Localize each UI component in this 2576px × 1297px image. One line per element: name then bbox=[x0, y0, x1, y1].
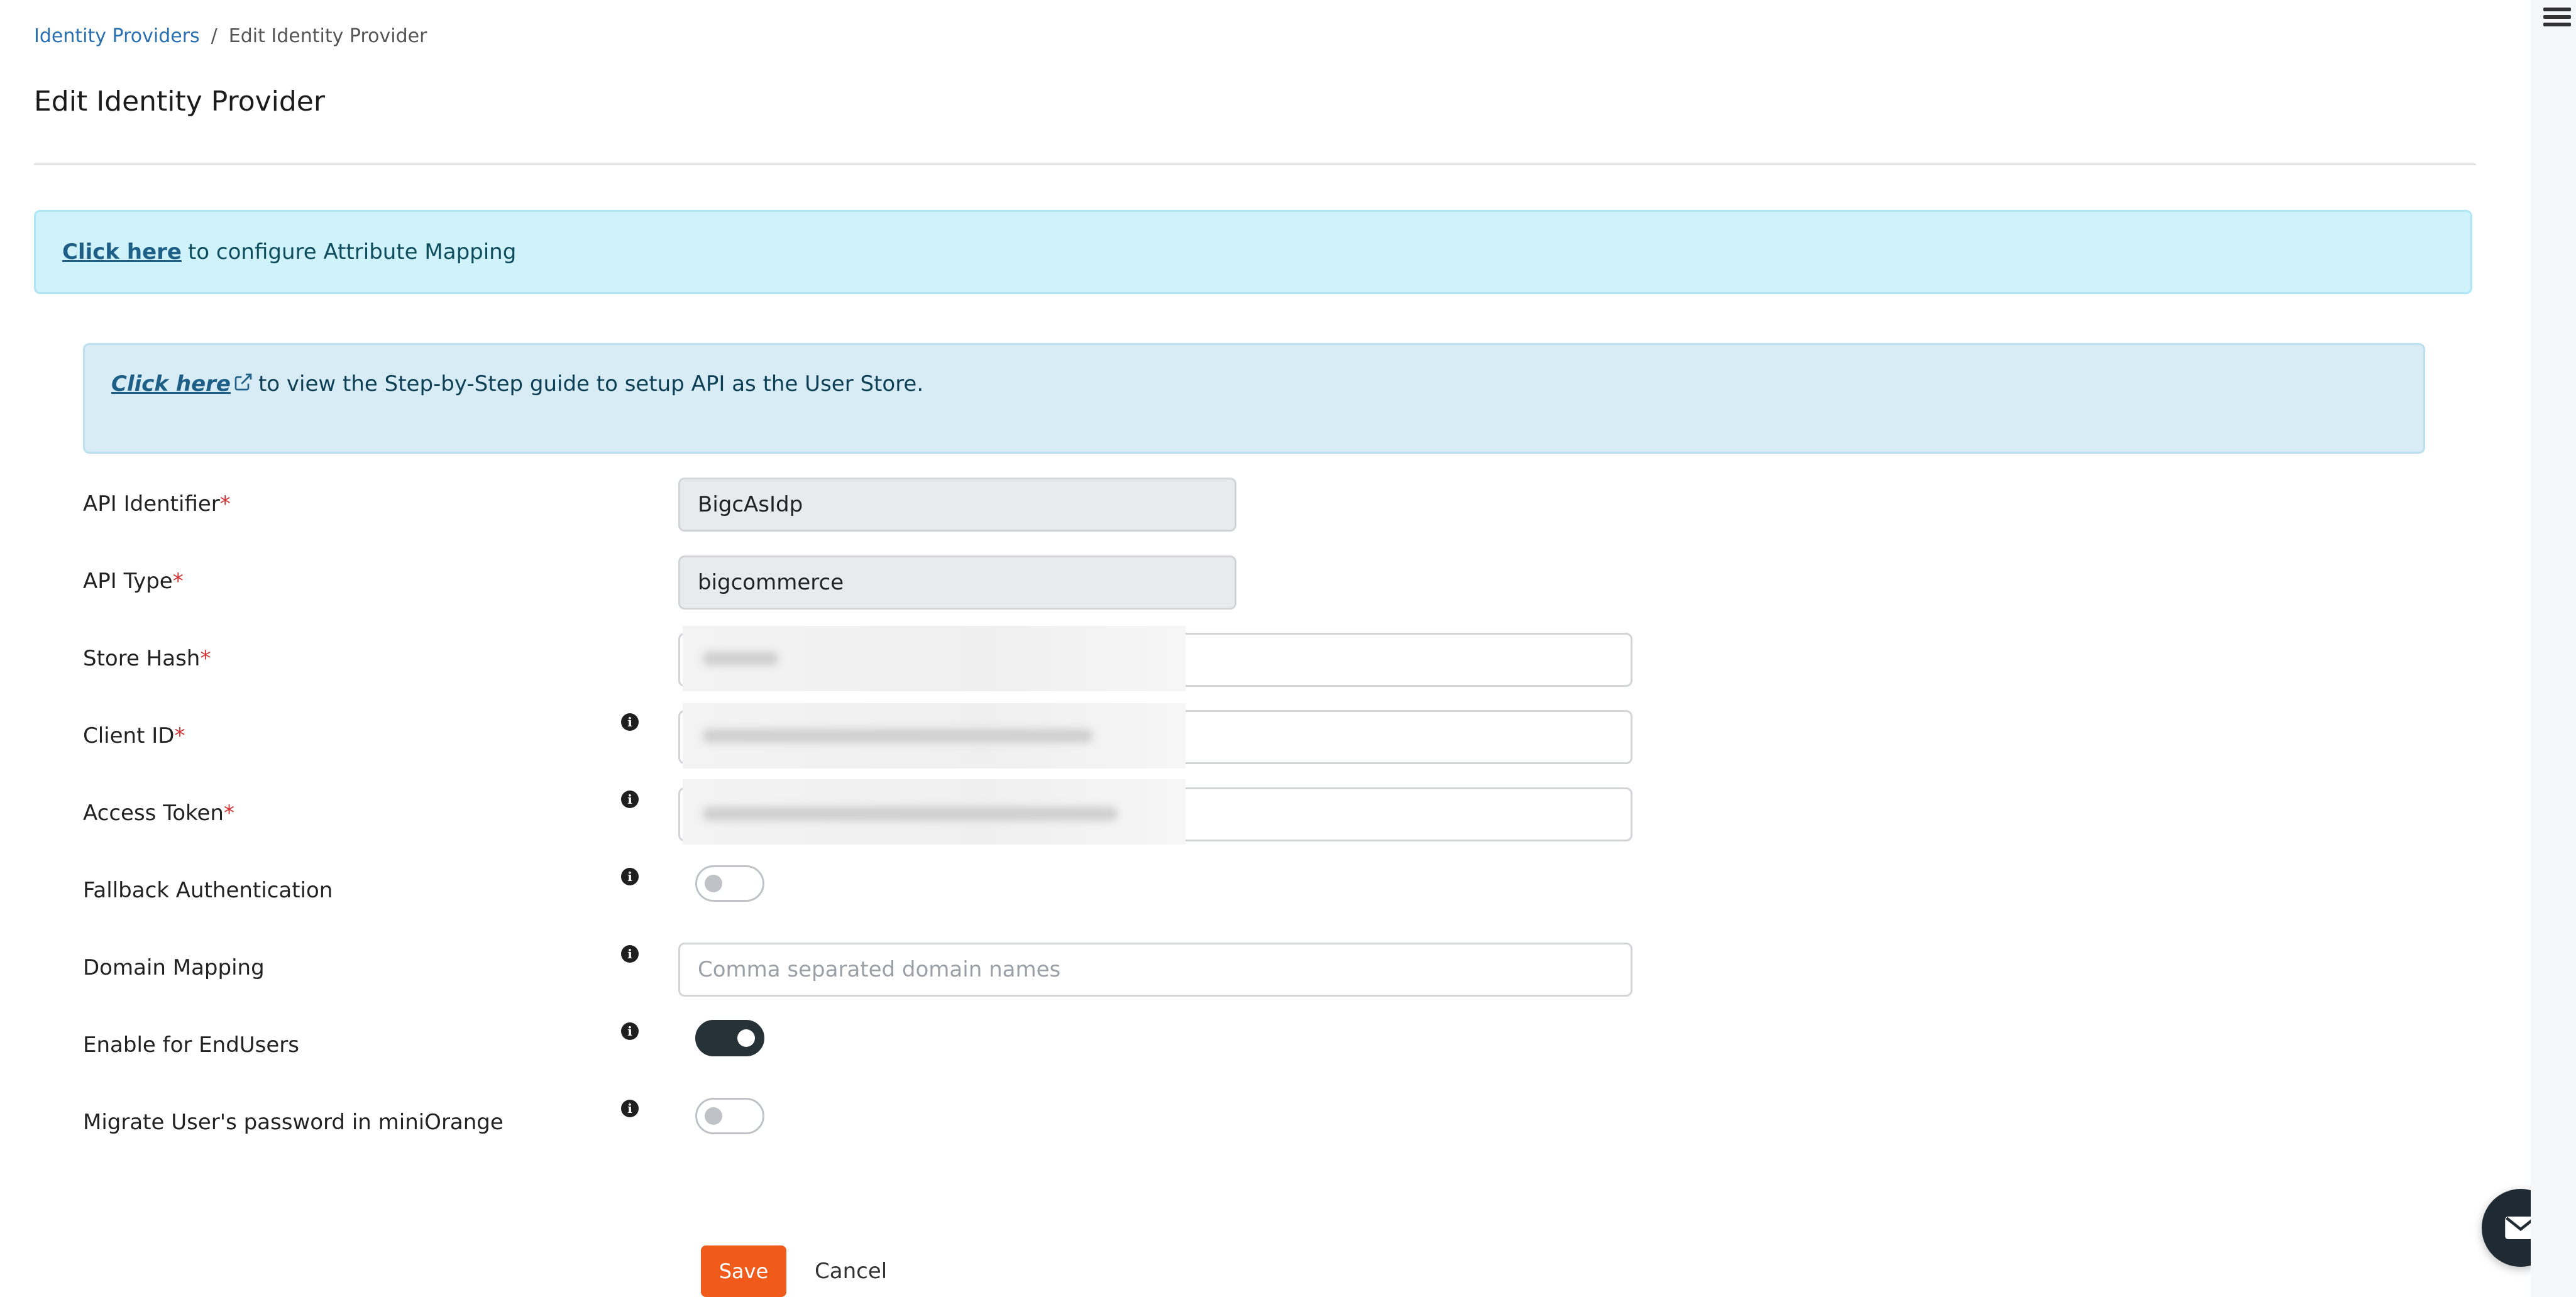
cancel-button[interactable]: Cancel bbox=[811, 1245, 891, 1297]
client-id-input[interactable] bbox=[678, 710, 1632, 764]
enable-endusers-toggle[interactable] bbox=[695, 1020, 764, 1056]
page: Identity Providers / Edit Identity Provide… bbox=[0, 0, 2576, 1297]
client-id-label: Client ID* bbox=[83, 723, 185, 748]
breadcrumb-separator: / bbox=[211, 25, 217, 47]
fallback-auth-toggle[interactable] bbox=[695, 865, 764, 902]
api-identifier-label-text: API Identifier bbox=[83, 491, 220, 517]
enable-endusers-info-icon[interactable]: i bbox=[621, 1022, 639, 1040]
required-marker: * bbox=[219, 491, 231, 517]
api-type-label: API Type* bbox=[83, 569, 184, 594]
external-link-icon[interactable] bbox=[233, 372, 253, 398]
breadcrumb: Identity Providers / Edit Identity Provide… bbox=[34, 25, 427, 47]
access-token-input[interactable] bbox=[678, 787, 1632, 841]
enable-endusers-label: Enable for EndUsers bbox=[83, 1032, 300, 1058]
store-hash-label-text: Store Hash bbox=[83, 646, 201, 671]
fallback-auth-info-icon[interactable]: i bbox=[621, 868, 639, 885]
store-hash-input[interactable] bbox=[678, 633, 1632, 687]
access-token-label-text: Access Token bbox=[83, 801, 224, 826]
migrate-password-info-icon[interactable]: i bbox=[621, 1100, 639, 1117]
api-type-input[interactable] bbox=[678, 555, 1236, 610]
save-button[interactable]: Save bbox=[701, 1245, 786, 1297]
page-title: Edit Identity Provider bbox=[34, 85, 325, 118]
toggle-knob bbox=[737, 1029, 755, 1047]
store-hash-label: Store Hash* bbox=[83, 646, 211, 671]
main-content: Identity Providers / Edit Identity Provide… bbox=[0, 0, 2560, 1297]
attribute-mapping-text: to configure Attribute Mapping bbox=[187, 239, 517, 265]
client-id-label-text: Client ID bbox=[83, 723, 175, 748]
menu-bar bbox=[2543, 8, 2571, 11]
menu-bar bbox=[2543, 23, 2571, 26]
migrate-password-toggle[interactable] bbox=[695, 1098, 764, 1134]
access-token-label: Access Token* bbox=[83, 801, 234, 826]
access-token-info-icon[interactable]: i bbox=[621, 791, 639, 808]
breadcrumb-identity-providers-link[interactable]: Identity Providers bbox=[34, 25, 200, 47]
attribute-mapping-alert: Click here to configure Attribute Mappin… bbox=[34, 210, 2472, 294]
domain-mapping-label: Domain Mapping bbox=[83, 955, 265, 980]
api-type-label-text: API Type bbox=[83, 569, 173, 594]
toggle-knob bbox=[705, 1107, 722, 1125]
required-marker: * bbox=[200, 646, 211, 671]
right-rail bbox=[2531, 0, 2576, 1297]
required-marker: * bbox=[223, 801, 234, 826]
api-identifier-input[interactable] bbox=[678, 478, 1236, 532]
required-marker: * bbox=[174, 723, 185, 748]
client-id-info-icon[interactable]: i bbox=[621, 713, 639, 731]
domain-mapping-info-icon[interactable]: i bbox=[621, 945, 639, 963]
breadcrumb-current: Edit Identity Provider bbox=[228, 25, 427, 47]
attribute-mapping-link[interactable]: Click here bbox=[62, 239, 182, 265]
title-divider bbox=[34, 163, 2476, 165]
migrate-password-label: Migrate User's password in miniOrange bbox=[83, 1110, 504, 1135]
api-identifier-label: API Identifier* bbox=[83, 491, 231, 517]
required-marker: * bbox=[172, 569, 184, 594]
fallback-auth-label: Fallback Authentication bbox=[83, 878, 333, 903]
setup-guide-alert: Click here to view the Step-by-Step guide… bbox=[83, 343, 2425, 454]
setup-guide-link[interactable]: Click here bbox=[111, 371, 231, 397]
domain-mapping-input[interactable] bbox=[678, 943, 1632, 997]
hamburger-menu-icon[interactable] bbox=[2543, 8, 2571, 30]
menu-bar bbox=[2543, 15, 2571, 19]
toggle-knob bbox=[705, 875, 722, 892]
setup-guide-text: to view the Step-by-Step guide to setup … bbox=[258, 371, 924, 397]
